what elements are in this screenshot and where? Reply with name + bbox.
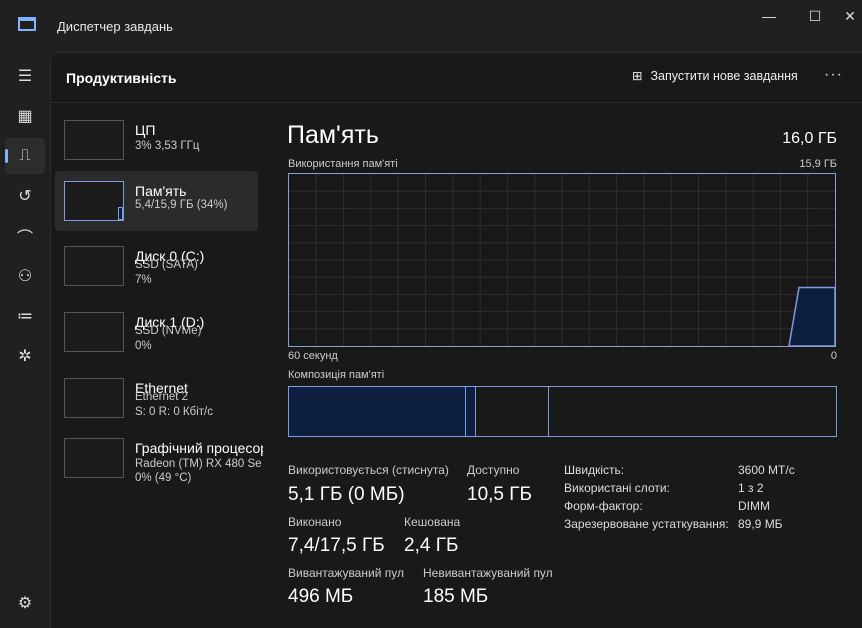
sidebar-item-ethernet[interactable]: Ethernet Ethernet 2 S: 0 R: 0 Кбіт/с [55,368,258,428]
in-use-label: Використовується (стиснута) [288,463,449,477]
paged-pool-value: 496 МБ [288,586,354,607]
users-icon[interactable]: ⚇ [5,258,45,294]
in-use-value: 5,1 ГБ (0 МБ) [288,484,405,505]
speed-value: 3600 МТ/с [738,463,795,477]
detail-title: Пам'ять [287,121,379,149]
window-title: Диспетчер завдань [57,19,173,34]
minimize-button[interactable]: — [746,2,792,30]
processes-icon[interactable]: ▦ [5,98,45,134]
run-new-task-button[interactable]: ⊞ Запустити нове завдання [632,68,798,84]
services-icon[interactable]: ✲ [5,338,45,374]
item-name: ЦП [135,122,156,138]
composition-label: Композиція пам'яті [288,369,385,381]
form-factor-value: DIMM [738,499,770,513]
item-detail: SSD (SATA) [135,259,198,271]
header-divider [50,102,862,103]
app-history-icon[interactable]: ↺ [5,178,45,214]
item-detail: SSD (NVMe) [135,325,202,337]
item-detail: 5,4/15,9 ГБ (34%) [135,199,228,211]
modified-segment [466,387,476,436]
time-left-label: 60 секунд [288,350,338,362]
more-options-button[interactable]: ··· [824,66,843,84]
cached-label: Кешована [404,515,461,529]
time-right-label: 0 [830,350,837,362]
cpu-thumbnail [64,120,124,160]
cached-value: 2,4 ГБ [404,535,459,556]
speed-label: Швидкість: [564,463,625,477]
slots-label: Використані слоти: [564,481,670,495]
item-detail: Ethernet 2 [135,391,189,403]
form-factor-label: Форм-фактор: [564,499,643,513]
reserved-value: 89,9 МБ [738,517,783,531]
in-use-segment [289,387,466,436]
usage-max: 15,9 ГБ [799,158,837,170]
committed-label: Виконано [288,515,342,529]
memory-composition-bar [288,386,837,437]
committed-value: 7,4/17,5 ГБ [288,535,385,556]
item-detail: 3% 3,53 ГГц [135,140,200,152]
paged-pool-label: Вивантажуваний пул [288,566,404,580]
new-task-label: Запустити нове завдання [650,68,798,83]
item-detail: S: 0 R: 0 Кбіт/с [135,406,213,418]
item-detail: 7% [135,274,152,286]
title-bar: Диспетчер завдань — ☐ ✕ [0,0,862,52]
item-detail: Radeon (TM) RX 480 Series [135,458,261,470]
settings-icon[interactable]: ⚙ [5,585,45,621]
available-label: Доступно [467,463,520,477]
details-icon[interactable]: ≔ [5,298,45,334]
available-value: 10,5 ГБ [467,484,533,505]
sidebar-item-disk-0[interactable]: Диск 0 (C:) SSD (SATA) 7% [55,236,258,296]
nonpaged-pool-value: 185 МБ [423,586,489,607]
usage-label: Використання пам'яті [288,158,398,170]
performance-icon[interactable]: ⎍ [5,138,45,174]
memory-thumbnail [64,181,124,221]
item-name: Графічний процесор [135,440,263,456]
gpu-thumbnail [64,438,124,478]
disk-thumbnail [64,246,124,286]
ethernet-thumbnail [64,378,124,418]
reserved-label: Зарезервоване устаткування: [564,517,729,531]
slots-value: 1 з 2 [738,481,764,495]
item-detail: 0% [135,340,152,352]
menu-icon[interactable]: ☰ [5,58,45,94]
total-memory: 16,0 ГБ [782,130,837,147]
sidebar-item-cpu[interactable]: ЦП 3% 3,53 ГГц [55,110,258,170]
close-button[interactable]: ✕ [838,2,862,30]
nonpaged-pool-label: Невивантажуваний пул [423,566,553,580]
new-task-icon: ⊞ [632,69,643,83]
item-name: Пам'ять [135,183,187,199]
standby-segment [476,387,549,436]
maximize-button[interactable]: ☐ [792,2,838,30]
disk-thumbnail [64,312,124,352]
sidebar-item-gpu[interactable]: Графічний процесор Radeon (TM) RX 480 Ser… [55,428,263,488]
memory-usage-graph [288,173,836,347]
task-manager-app-icon [18,17,36,31]
sidebar-item-disk-1[interactable]: Диск 1 (D:) SSD (NVMe) 0% [55,302,258,362]
sidebar-item-memory[interactable]: Пам'ять 5,4/15,9 ГБ (34%) [55,171,258,231]
startup-icon[interactable]: ⌒ [5,218,45,254]
item-detail: 0% (49 °C) [135,472,192,484]
usage-area [788,286,835,346]
page-title: Продуктивність [66,70,177,86]
